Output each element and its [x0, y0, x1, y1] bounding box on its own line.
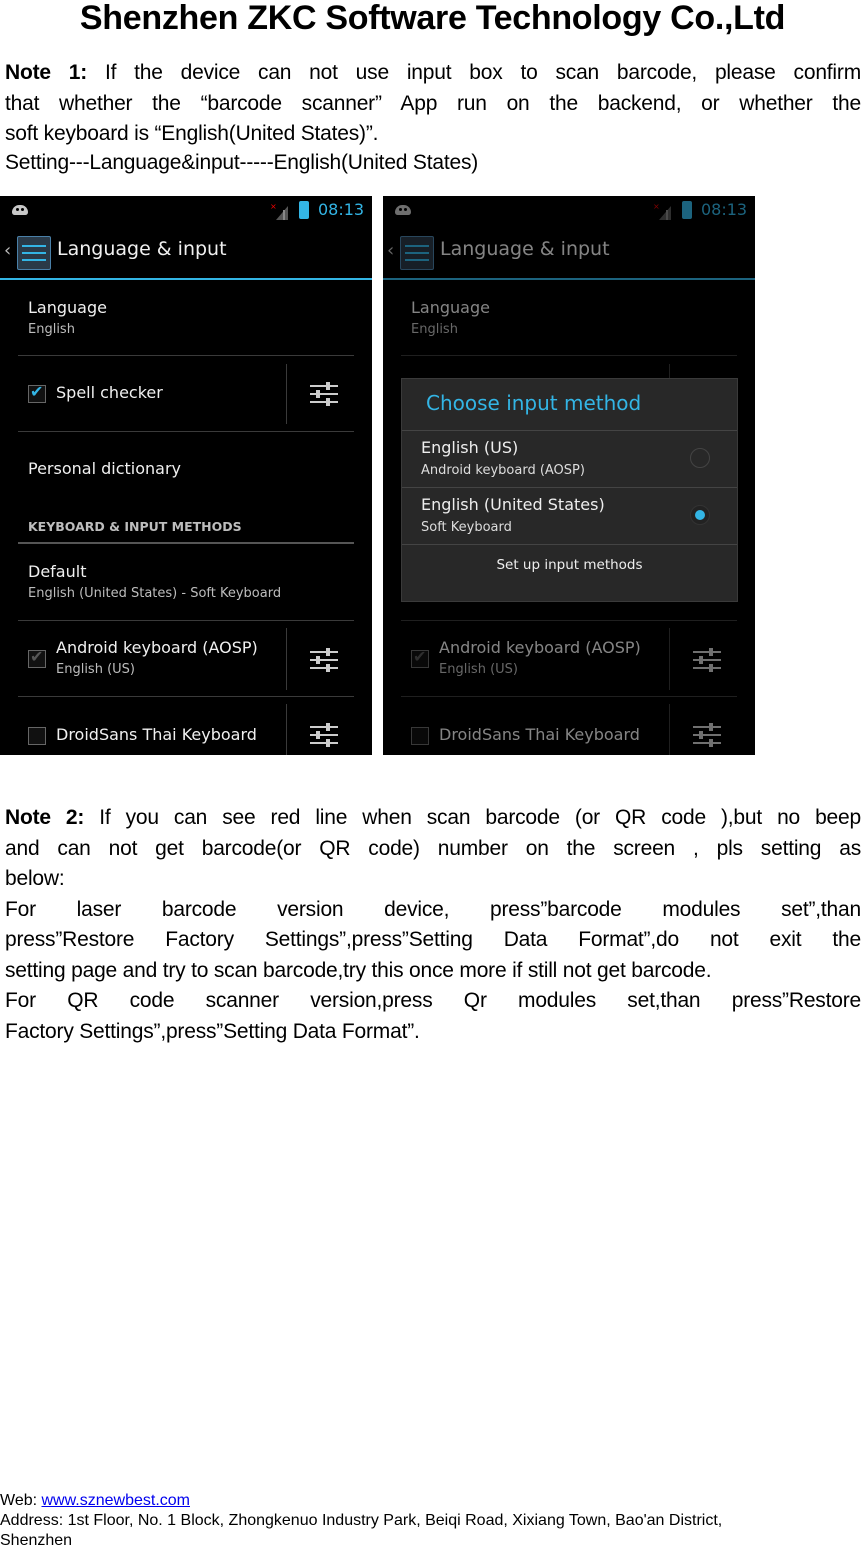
footer-address-line-1: Address: 1st Floor, No. 1 Block, Zhongke… [0, 1512, 723, 1529]
footer: Web: www.sznewbest.com Address: 1st Floo… [0, 1491, 865, 1551]
droidsans-thai-settings-icon[interactable] [310, 723, 338, 747]
laser-instructions-line-2: press”Restore Factory Settings”,press”Se… [5, 928, 861, 951]
input-option-english-us[interactable]: English (US) Android keyboard (AOSP) [402, 431, 737, 487]
android-debug-icon [12, 205, 28, 215]
droidsans-thai-label: DroidSans Thai Keyboard [56, 725, 257, 744]
screenshot-language-input: × 08:13 ‹ Language & input Language Engl… [0, 196, 372, 755]
note-2-line-1: Note 2: If you can see red line when sca… [5, 806, 861, 829]
divider [18, 696, 354, 697]
note-2-line-2: and can not get barcode(or QR code) numb… [5, 836, 861, 860]
spell-checker-label: Spell checker [56, 383, 163, 402]
divider [18, 620, 354, 621]
note-1-line-2: that whether the “barcode scanner” App r… [5, 91, 861, 115]
action-bar-title: Language & input [57, 238, 227, 260]
qr-instructions-line-1: For QR code scanner version,press Qr mod… [5, 989, 861, 1012]
divider [18, 355, 354, 356]
screenshot-choose-input-method: × 08:13 ‹ Language & input Language Engl… [383, 196, 755, 755]
divider [286, 628, 287, 690]
svg-text:×: × [270, 202, 277, 211]
input-option-english-united-states[interactable]: English (United States) Soft Keyboard [402, 488, 737, 544]
laser-instructions-line-1: For laser barcode version device, press”… [5, 897, 861, 921]
spell-checker-checkbox[interactable] [28, 382, 46, 403]
set-up-input-methods-button[interactable]: Set up input methods [402, 557, 737, 573]
android-keyboard-label: Android keyboard (AOSP) [56, 638, 258, 657]
note-1-line-1: Note 1: If the device can not use input … [5, 61, 861, 84]
document-title: Shenzhen ZKC Software Technology Co.,Ltd [79, 0, 786, 37]
radio-button-selected[interactable] [690, 505, 710, 525]
note-2-label: Note 2: [5, 806, 85, 829]
divider [286, 364, 287, 424]
divider [402, 544, 737, 545]
choose-input-method-dialog: Choose input method English (US) Android… [401, 378, 738, 602]
back-chevron-icon[interactable]: ‹ [4, 240, 11, 261]
default-input-method-item[interactable]: Default English (United States) - Soft K… [18, 562, 354, 612]
note-1-label: Note 1: [5, 61, 88, 84]
action-bar: ‹ Language & input [0, 226, 372, 280]
laser-instructions-line-3: setting page and try to scan barcode,try… [5, 958, 712, 982]
android-keyboard-settings-icon[interactable] [310, 648, 338, 672]
android-keyboard-sublabel: English (US) [56, 662, 135, 677]
settings-path: Setting---Language&input-----English(Uni… [5, 150, 479, 174]
droidsans-thai-checkbox[interactable] [28, 727, 46, 745]
settings-app-icon[interactable] [17, 236, 51, 270]
section-header: KEYBOARD & INPUT METHODS [28, 519, 242, 534]
footer-web: Web: www.sznewbest.com [0, 1492, 191, 1509]
note-1: Note 1: If the device can not use input … [5, 58, 861, 178]
personal-dictionary-item[interactable]: Personal dictionary [28, 459, 181, 478]
note-2-line-3: below: [5, 867, 65, 890]
section-divider [18, 542, 354, 544]
clock: 08:13 [318, 200, 365, 219]
battery-icon [299, 201, 309, 219]
signal-icon: × [270, 202, 288, 220]
note-1-line-3: soft keyboard is “English(United States)… [5, 122, 379, 145]
dialog-title: Choose input method [426, 391, 642, 415]
divider [286, 704, 287, 755]
qr-instructions-line-2: Factory Settings”,press”Setting Data For… [5, 1019, 420, 1043]
language-item[interactable]: Language English [18, 296, 354, 352]
note-2: Note 2: If you can see red line when sca… [5, 803, 861, 1047]
website-link[interactable]: www.sznewbest.com [42, 1492, 191, 1509]
radio-button[interactable] [690, 448, 710, 468]
spell-checker-settings-icon[interactable] [310, 382, 338, 406]
footer-address-line-2: Shenzhen [0, 1532, 73, 1549]
status-bar: × 08:13 [0, 196, 372, 226]
divider [18, 431, 354, 432]
android-keyboard-checkbox[interactable] [28, 647, 46, 668]
